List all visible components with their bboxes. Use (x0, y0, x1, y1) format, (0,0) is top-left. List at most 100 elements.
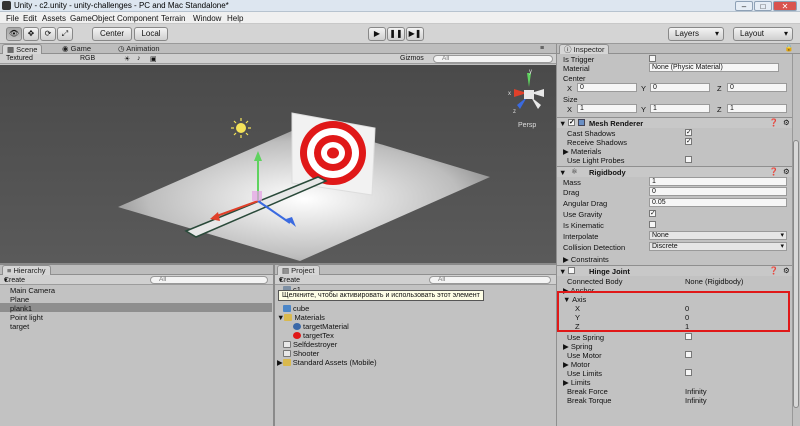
hierarchy-search-input[interactable]: All (150, 276, 268, 284)
menu-terrain[interactable]: Terrain (161, 14, 185, 23)
angular-drag-field[interactable]: 0.05 (649, 198, 787, 207)
play-button[interactable]: ▶ (368, 27, 386, 41)
tab-scene-label: Scene (16, 45, 38, 54)
tab-animation[interactable]: ◷ Animation (114, 44, 164, 54)
expand-triangle-icon: ▼ (559, 168, 567, 177)
is-kinematic-checkbox[interactable] (649, 221, 656, 228)
layers-dropdown[interactable]: Layers ▾ (668, 27, 724, 41)
hierarchy-item-selected[interactable]: plank1 (10, 304, 32, 313)
break-torque-field[interactable]: Infinity (685, 396, 707, 405)
gear-icon[interactable]: ⚙ (783, 167, 790, 176)
menu-file[interactable]: File (6, 14, 19, 23)
cast-shadows-checkbox[interactable]: ✓ (685, 129, 692, 136)
project-item[interactable]: ▼ Materials (277, 313, 325, 322)
hinge-joint-header[interactable]: ▼ Hinge Joint ❓ ⚙ (557, 265, 793, 276)
use-motor-checkbox[interactable] (685, 351, 692, 358)
size-z-field[interactable]: 1 (727, 104, 787, 113)
mesh-renderer-header[interactable]: ▼ ✓ Mesh Renderer ❓ ⚙ (557, 117, 793, 128)
gear-icon[interactable]: ⚙ (783, 266, 790, 275)
mesh-renderer-enabled-checkbox[interactable]: ✓ (568, 119, 575, 126)
center-x-field[interactable]: 0 (577, 83, 637, 92)
project-search-input[interactable]: All (429, 276, 551, 284)
tab-scene[interactable]: ▦ Scene (2, 44, 43, 54)
hierarchy-item[interactable]: Main Camera (10, 286, 55, 295)
menu-window[interactable]: Window (193, 14, 221, 23)
center-y-field[interactable]: 0 (650, 83, 710, 92)
size-y-field[interactable]: 1 (650, 104, 710, 113)
gizmos-dropdown[interactable]: Gizmos (400, 55, 424, 62)
menu-help[interactable]: Help (227, 14, 243, 23)
move-tool-icon[interactable]: ✥ (23, 27, 39, 41)
pause-button[interactable]: ❚❚ (387, 27, 405, 41)
menu-edit[interactable]: Edit (23, 14, 37, 23)
gear-icon[interactable]: ⚙ (783, 118, 790, 127)
pivot-local-button[interactable]: Local (134, 27, 168, 41)
hierarchy-item[interactable]: target (10, 322, 29, 331)
constraints-foldout[interactable]: ▶ Constraints (563, 255, 609, 264)
sun-toggle-icon[interactable]: ☀ (124, 55, 130, 63)
center-y-label: Y (641, 84, 647, 93)
use-gravity-checkbox[interactable]: ✓ (649, 210, 656, 217)
collision-detection-dropdown[interactable]: Discrete ▾ (649, 242, 787, 251)
render-mode-dropdown[interactable]: Textured (6, 55, 33, 62)
rotate-tool-icon[interactable]: ⟳ (40, 27, 56, 41)
color-mode-dropdown[interactable]: RGB (80, 55, 95, 62)
project-item[interactable]: Selfdestroyer (283, 340, 337, 349)
menu-component[interactable]: Component (117, 14, 158, 23)
inspector-scrollbar-thumb[interactable] (793, 140, 799, 408)
receive-shadows-checkbox[interactable]: ✓ (685, 138, 692, 145)
help-icon[interactable]: ❓ (769, 118, 778, 127)
audio-toggle-icon[interactable]: ♪ (137, 55, 141, 62)
tab-hierarchy[interactable]: ≡ Hierarchy (2, 265, 51, 275)
project-item[interactable]: cube (283, 304, 309, 313)
help-icon[interactable]: ❓ (769, 266, 778, 275)
close-button[interactable]: ✕ (773, 1, 797, 11)
project-create-dropdown[interactable]: Create ▾ (279, 276, 300, 284)
angular-drag-label: Angular Drag (563, 199, 608, 208)
persp-label[interactable]: Persp (518, 122, 536, 129)
minimize-button[interactable]: – (735, 1, 753, 11)
material-field[interactable]: None (Physic Material) (649, 63, 779, 72)
center-xyz-row: X0 Y0 Z0 (557, 83, 793, 93)
help-icon[interactable]: ❓ (769, 167, 778, 176)
mass-field[interactable]: 1 (649, 177, 787, 186)
project-item[interactable]: targetTex (293, 331, 334, 340)
hierarchy-create-dropdown[interactable]: Create ▾ (4, 276, 25, 284)
use-spring-checkbox[interactable] (685, 333, 692, 340)
hierarchy-item[interactable]: Point light (10, 313, 43, 322)
project-item[interactable]: Shooter (283, 349, 319, 358)
scene-viewport[interactable]: y x z Persp (0, 65, 556, 263)
animation-tab-icon: ◷ (118, 44, 127, 53)
is-trigger-checkbox[interactable] (649, 55, 656, 62)
scene-render: y x z Persp (118, 69, 544, 261)
pivot-center-button[interactable]: Center (92, 27, 132, 41)
rigidbody-header[interactable]: ▼ ⚛ Rigidbody ❓ ⚙ (557, 166, 793, 177)
tab-project[interactable]: ▤ Project (277, 265, 320, 275)
panel-menu-icon[interactable]: ≡ (540, 45, 544, 52)
scale-tool-icon[interactable]: ⤢ (57, 27, 73, 41)
step-button[interactable]: ▶❚ (406, 27, 424, 41)
maximize-button[interactable]: □ (754, 1, 772, 11)
layout-dropdown[interactable]: Layout ▾ (733, 27, 793, 41)
effects-toggle-icon[interactable]: ▣ (150, 55, 157, 63)
drag-field[interactable]: 0 (649, 187, 787, 196)
menu-assets[interactable]: Assets (42, 14, 66, 23)
inspector-lock-icon[interactable]: 🔒 (782, 44, 796, 54)
tab-game[interactable]: ◉ Game (58, 44, 95, 54)
scene-control-bar: Textured RGB ☀ ♪ ▣ Gizmos All (0, 54, 556, 64)
light-probes-checkbox[interactable] (685, 156, 692, 163)
break-torque-label: Break Torque (567, 396, 612, 405)
menu-gameobject[interactable]: GameObject (70, 14, 115, 23)
constraints-row[interactable]: ▶ Constraints (557, 254, 793, 264)
project-item[interactable]: targetMaterial (293, 322, 349, 331)
hinge-joint-enabled-checkbox[interactable] (568, 267, 575, 274)
scene-search-input[interactable]: All (433, 55, 553, 63)
interpolate-dropdown[interactable]: None ▾ (649, 231, 787, 240)
use-limits-checkbox[interactable] (685, 369, 692, 376)
center-z-field[interactable]: 0 (727, 83, 787, 92)
project-item[interactable]: ▶ Standard Assets (Mobile) (277, 358, 377, 367)
hierarchy-item[interactable]: Plane (10, 295, 29, 304)
view-tool-icon[interactable]: 👁 (6, 27, 22, 41)
size-x-field[interactable]: 1 (577, 104, 637, 113)
tab-inspector[interactable]: ⓘ Inspector (559, 44, 610, 54)
